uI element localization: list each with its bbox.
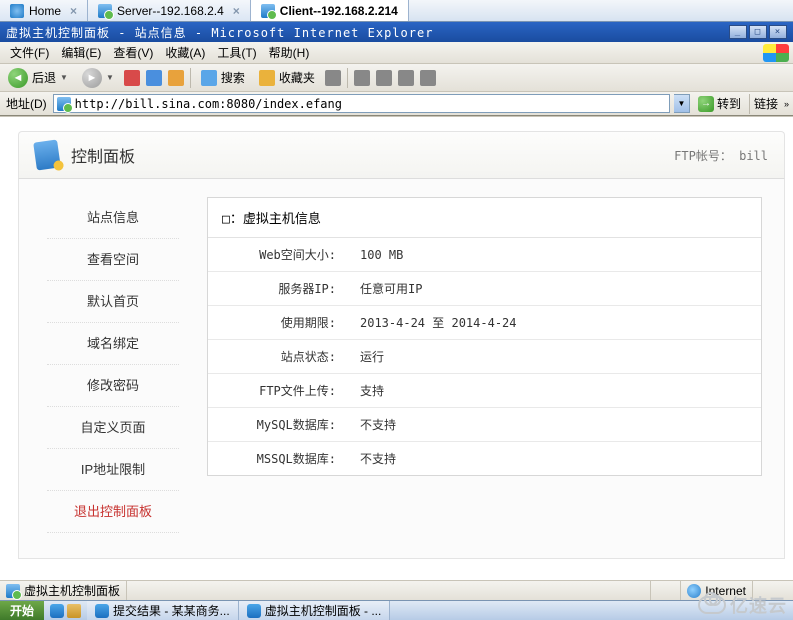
taskbar-item[interactable]: 虚拟主机控制面板 - ... bbox=[239, 601, 391, 620]
print-icon[interactable] bbox=[376, 70, 392, 86]
url-dropdown[interactable]: ▼ bbox=[674, 94, 690, 113]
close-button[interactable]: × bbox=[769, 25, 787, 39]
favorites-button[interactable]: 收藏夹 bbox=[255, 67, 319, 88]
taskbar: 开始 提交结果 - 某某商务... 虚拟主机控制面板 - ... bbox=[0, 600, 793, 620]
quicklaunch-desktop-icon[interactable] bbox=[67, 604, 81, 618]
url-text: http://bill.sina.com:8080/index.efang bbox=[75, 97, 342, 111]
separator bbox=[347, 68, 348, 88]
sidebar-item-view-space[interactable]: 查看空间 bbox=[47, 239, 179, 281]
url-input[interactable]: http://bill.sina.com:8080/index.efang bbox=[53, 94, 670, 113]
control-panel-icon bbox=[33, 139, 61, 170]
internet-icon bbox=[687, 584, 701, 598]
row-status: 站点状态:运行 bbox=[208, 340, 761, 374]
status-bar: 虚拟主机控制面板 Internet bbox=[0, 580, 793, 600]
ie-icon bbox=[247, 604, 261, 618]
forward-icon: ► bbox=[82, 68, 102, 88]
menu-file[interactable]: 文件(F) bbox=[4, 44, 55, 61]
back-icon: ◄ bbox=[8, 68, 28, 88]
system-tabs: Home × Server--192.168.2.4 × Client--192… bbox=[0, 0, 793, 22]
forward-button[interactable]: ► ▼ bbox=[78, 66, 118, 90]
back-label: 后退 bbox=[32, 69, 56, 86]
home-icon bbox=[10, 4, 24, 18]
system-tab-client[interactable]: Client--192.168.2.214 bbox=[251, 0, 409, 21]
search-icon bbox=[201, 70, 217, 86]
taskbar-item[interactable]: 提交结果 - 某某商务... bbox=[87, 601, 239, 620]
system-tab-home[interactable]: Home × bbox=[0, 0, 88, 21]
sidebar-item-change-password[interactable]: 修改密码 bbox=[47, 365, 179, 407]
system-tab-server[interactable]: Server--192.168.2.4 × bbox=[88, 0, 251, 21]
sidebar-item-custom-page[interactable]: 自定义页面 bbox=[47, 407, 179, 449]
status-zone: Internet bbox=[681, 581, 753, 600]
sidebar-item-ip-limit[interactable]: IP地址限制 bbox=[47, 449, 179, 491]
status-page-title: 虚拟主机控制面板 bbox=[0, 581, 127, 600]
toolbar: ◄ 后退 ▼ ► ▼ 搜索 收藏夹 bbox=[0, 64, 793, 92]
windows-logo-icon bbox=[763, 44, 789, 62]
links-label[interactable]: 链接 bbox=[754, 95, 778, 112]
back-button[interactable]: ◄ 后退 ▼ bbox=[4, 66, 72, 90]
browser-content: 控制面板 FTP帐号： bill 站点信息 查看空间 默认首页 域名绑定 修改密… bbox=[0, 116, 793, 580]
address-label: 地址(D) bbox=[4, 95, 49, 112]
tab-label: Home bbox=[29, 4, 61, 18]
page-icon bbox=[6, 584, 20, 598]
window-titlebar: 虚拟主机控制面板 - 站点信息 - Microsoft Internet Exp… bbox=[0, 22, 793, 42]
star-icon bbox=[259, 70, 275, 86]
discuss-icon[interactable] bbox=[420, 70, 436, 86]
row-mysql: MySQL数据库:不支持 bbox=[208, 408, 761, 442]
separator bbox=[749, 94, 750, 114]
panel-title: 控制面板 bbox=[71, 143, 135, 167]
edit-icon[interactable] bbox=[398, 70, 414, 86]
close-icon[interactable]: × bbox=[233, 4, 240, 18]
ie-icon bbox=[95, 604, 109, 618]
ftp-account: FTP帐号： bill bbox=[674, 147, 768, 164]
side-menu: 站点信息 查看空间 默认首页 域名绑定 修改密码 自定义页面 IP地址限制 退出… bbox=[19, 179, 207, 558]
main-content: □：虚拟主机信息 Web空间大小:100 MB 服务器IP:任意可用IP 使用期… bbox=[207, 179, 784, 558]
menu-tools[interactable]: 工具(T) bbox=[211, 44, 262, 61]
host-info-box: □：虚拟主机信息 Web空间大小:100 MB 服务器IP:任意可用IP 使用期… bbox=[207, 197, 762, 476]
tab-label: Client--192.168.2.214 bbox=[280, 4, 398, 18]
go-icon: → bbox=[698, 96, 714, 112]
close-icon[interactable]: × bbox=[70, 4, 77, 18]
sidebar-item-default-page[interactable]: 默认首页 bbox=[47, 281, 179, 323]
menu-view[interactable]: 查看(V) bbox=[107, 44, 159, 61]
chevron-right-icon[interactable]: » bbox=[784, 99, 789, 109]
page-icon bbox=[261, 4, 275, 18]
row-web-space: Web空间大小:100 MB bbox=[208, 238, 761, 272]
infobox-caption: □：虚拟主机信息 bbox=[208, 198, 761, 238]
sidebar-item-domain-bind[interactable]: 域名绑定 bbox=[47, 323, 179, 365]
sidebar-item-exit[interactable]: 退出控制面板 bbox=[47, 491, 179, 533]
panel-header: 控制面板 FTP帐号： bill bbox=[18, 131, 785, 179]
favorites-label: 收藏夹 bbox=[279, 69, 315, 86]
stop-icon[interactable] bbox=[124, 70, 140, 86]
window-title: 虚拟主机控制面板 - 站点信息 - Microsoft Internet Exp… bbox=[6, 24, 433, 41]
row-ftp: FTP文件上传:支持 bbox=[208, 374, 761, 408]
row-server-ip: 服务器IP:任意可用IP bbox=[208, 272, 761, 306]
quicklaunch-ie-icon[interactable] bbox=[50, 604, 64, 618]
tab-label: Server--192.168.2.4 bbox=[117, 4, 224, 18]
menu-favorites[interactable]: 收藏(A) bbox=[159, 44, 211, 61]
chevron-down-icon[interactable]: ▼ bbox=[106, 73, 114, 82]
row-mssql: MSSQL数据库:不支持 bbox=[208, 442, 761, 476]
menu-help[interactable]: 帮助(H) bbox=[263, 44, 316, 61]
separator bbox=[190, 68, 191, 88]
refresh-icon[interactable] bbox=[146, 70, 162, 86]
go-label: 转到 bbox=[717, 95, 741, 112]
page-icon bbox=[57, 97, 71, 111]
go-button[interactable]: → 转到 bbox=[694, 95, 745, 112]
sidebar-item-site-info[interactable]: 站点信息 bbox=[47, 197, 179, 239]
search-button[interactable]: 搜索 bbox=[197, 67, 249, 88]
start-button[interactable]: 开始 bbox=[0, 601, 44, 620]
row-period: 使用期限:2013-4-24 至 2014-4-24 bbox=[208, 306, 761, 340]
history-icon[interactable] bbox=[325, 70, 341, 86]
chevron-down-icon[interactable]: ▼ bbox=[60, 73, 68, 82]
maximize-button[interactable]: □ bbox=[749, 25, 767, 39]
homepage-icon[interactable] bbox=[168, 70, 184, 86]
page-icon bbox=[98, 4, 112, 18]
menu-edit[interactable]: 编辑(E) bbox=[55, 44, 107, 61]
search-label: 搜索 bbox=[221, 69, 245, 86]
minimize-button[interactable]: _ bbox=[729, 25, 747, 39]
address-bar: 地址(D) http://bill.sina.com:8080/index.ef… bbox=[0, 92, 793, 116]
mail-icon[interactable] bbox=[354, 70, 370, 86]
menubar: 文件(F) 编辑(E) 查看(V) 收藏(A) 工具(T) 帮助(H) bbox=[0, 42, 793, 64]
